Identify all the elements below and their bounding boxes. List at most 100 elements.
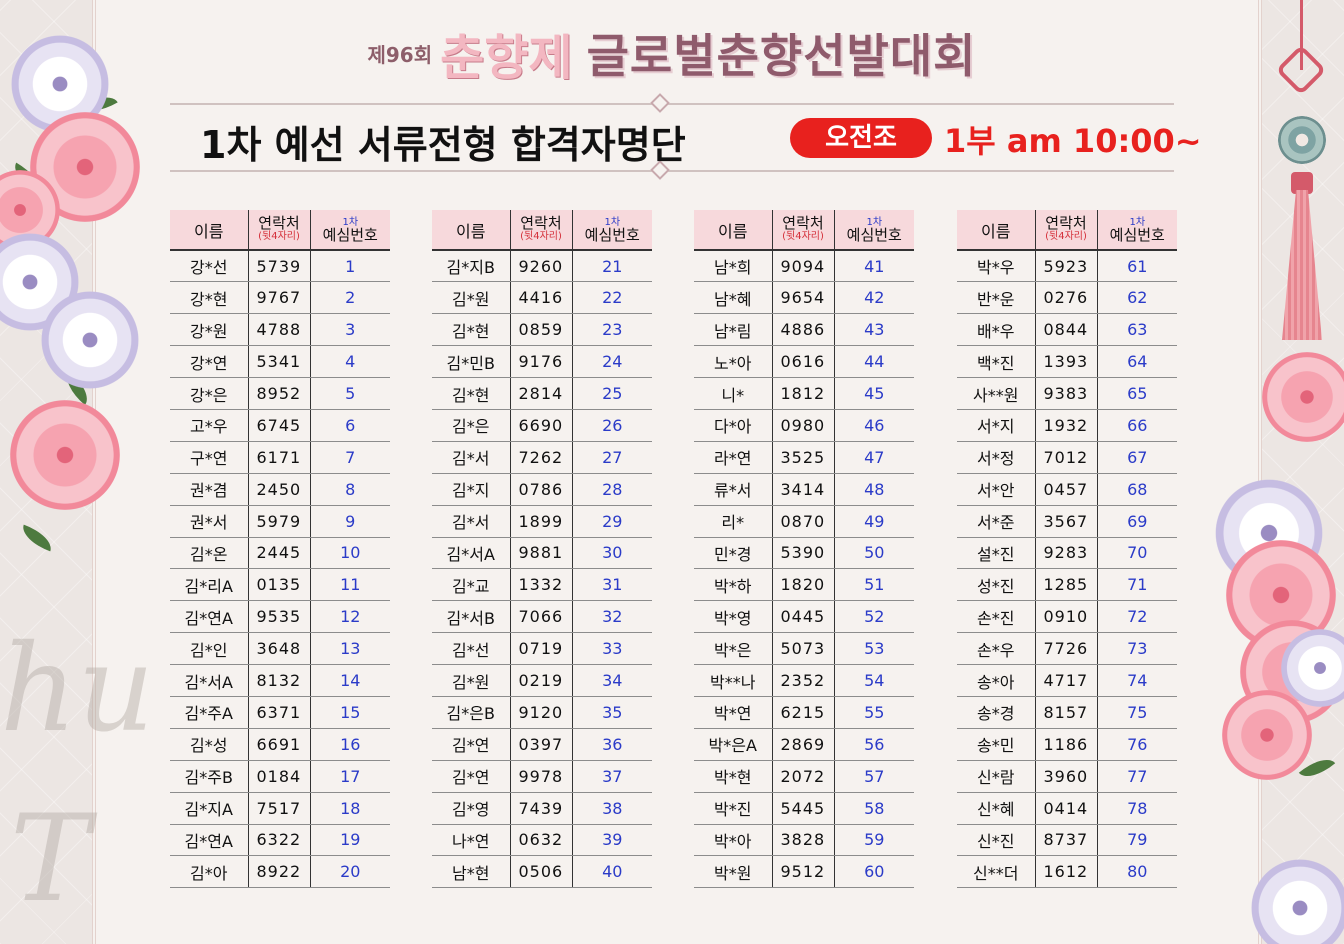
table-row: 구*연 6171 7: [170, 441, 390, 474]
header-name: 이름: [694, 210, 772, 251]
applicant-name: 권*겸: [170, 473, 248, 506]
phone-last4: 3648: [247, 632, 310, 666]
table-row: 서*안 0457 68: [957, 473, 1177, 506]
applicant-name: 백*진: [957, 345, 1035, 379]
audition-number: 52: [833, 600, 914, 634]
table-row: 강*선 5739 1: [170, 250, 390, 283]
phone-last4: 9283: [1034, 537, 1097, 570]
table-row: 박*현 2072 57: [694, 760, 914, 793]
audition-number: 11: [309, 568, 390, 602]
audition-number: 38: [571, 792, 652, 825]
header-name: 이름: [432, 210, 510, 251]
phone-last4: 3567: [1034, 505, 1097, 538]
phone-last4: 1186: [1034, 728, 1097, 761]
audition-number: 60: [833, 855, 914, 889]
applicant-name: 남*희: [694, 250, 772, 283]
audition-number: 57: [833, 760, 914, 793]
audition-number: 66: [1096, 409, 1177, 442]
audition-number: 16: [309, 728, 390, 761]
audition-number: 5: [309, 377, 390, 410]
audition-number: 3: [309, 313, 390, 347]
applicant-name: 김*연A: [170, 600, 248, 634]
table-row: 강*현 9767 2: [170, 281, 390, 315]
applicant-name: 강*연: [170, 345, 248, 379]
table-row: 서*정 7012 67: [957, 441, 1177, 474]
phone-last4: 8737: [1034, 824, 1097, 857]
applicant-name: 서*지: [957, 409, 1035, 442]
audition-number: 76: [1096, 728, 1177, 761]
table-row: 류*서 3414 48: [694, 473, 914, 506]
table-row: 리* 0870 49: [694, 505, 914, 538]
applicant-name: 강*원: [170, 313, 248, 347]
applicant-name: 김*선: [432, 632, 510, 666]
audition-number: 7: [309, 441, 390, 474]
phone-last4: 0980: [771, 409, 834, 442]
phone-last4: 6371: [247, 696, 310, 729]
applicant-name: 리*: [694, 505, 772, 538]
applicant-name: 박**나: [694, 664, 772, 697]
applicant-name: 김*서: [432, 505, 510, 538]
table-row: 박*하 1820 51: [694, 568, 914, 602]
phone-last4: 5739: [247, 250, 310, 283]
audition-number: 42: [833, 281, 914, 315]
phone-last4: 9654: [771, 281, 834, 315]
applicant-name: 김*민B: [432, 345, 510, 379]
audition-number: 35: [571, 696, 652, 729]
phone-last4: 9094: [771, 250, 834, 283]
applicant-name: 남*현: [432, 855, 510, 889]
phone-last4: 6691: [247, 728, 310, 761]
phone-last4: 6745: [247, 409, 310, 442]
table-row: 강*은 8952 5: [170, 377, 390, 410]
audition-number: 29: [571, 505, 652, 538]
audition-number: 27: [571, 441, 652, 474]
event-title: 제96회 춘향제 글로벌춘향선발대회: [0, 18, 1344, 88]
phone-last4: 2450: [247, 473, 310, 506]
phone-last4: 0632: [509, 824, 572, 857]
table-row: 손*우 7726 73: [957, 632, 1177, 666]
phone-last4: 5390: [771, 537, 834, 570]
audition-number: 22: [571, 281, 652, 315]
table-row: 김*주B 0184 17: [170, 760, 390, 793]
table-row: 박*아 3828 59: [694, 824, 914, 857]
table-row: 김*주A 6371 15: [170, 696, 390, 729]
applicant-name: 니*: [694, 377, 772, 410]
applicant-name: 박*진: [694, 792, 772, 825]
table-row: 송*민 1186 76: [957, 728, 1177, 761]
top-divider: [170, 103, 1174, 105]
audition-number: 37: [571, 760, 652, 793]
phone-last4: 8922: [247, 855, 310, 889]
phone-last4: 1899: [509, 505, 572, 538]
table-row: 서*준 3567 69: [957, 505, 1177, 538]
table-row: 김*민B 9176 24: [432, 345, 652, 379]
audition-number: 79: [1096, 824, 1177, 857]
phone-last4: 7262: [509, 441, 572, 474]
audition-number: 48: [833, 473, 914, 506]
audition-number: 53: [833, 632, 914, 666]
phone-last4: 6322: [247, 824, 310, 857]
phone-last4: 6215: [771, 696, 834, 729]
phone-last4: 0457: [1034, 473, 1097, 506]
audition-number: 51: [833, 568, 914, 602]
applicant-name: 노*아: [694, 345, 772, 379]
audition-number: 44: [833, 345, 914, 379]
phone-last4: 9176: [509, 345, 572, 379]
table-row: 남*현 0506 40: [432, 855, 652, 889]
audition-number: 14: [309, 664, 390, 697]
phone-last4: 7439: [509, 792, 572, 825]
phone-last4: 0844: [1034, 313, 1097, 347]
audition-number: 71: [1096, 568, 1177, 602]
table-row: 김*연A 6322 19: [170, 824, 390, 857]
phone-last4: 6171: [247, 441, 310, 474]
applicant-name: 박*연: [694, 696, 772, 729]
audition-number: 21: [571, 250, 652, 283]
applicant-name: 서*정: [957, 441, 1035, 474]
table-row: 신*혜 0414 78: [957, 792, 1177, 825]
phone-last4: 9260: [509, 250, 572, 283]
applicant-name: 김*현: [432, 313, 510, 347]
table-row: 김*온 2445 10: [170, 537, 390, 570]
audition-number: 10: [309, 537, 390, 570]
applicant-name: 반*운: [957, 281, 1035, 315]
audition-number: 41: [833, 250, 914, 283]
phone-last4: 9978: [509, 760, 572, 793]
table-row: 남*희 9094 41: [694, 250, 914, 283]
